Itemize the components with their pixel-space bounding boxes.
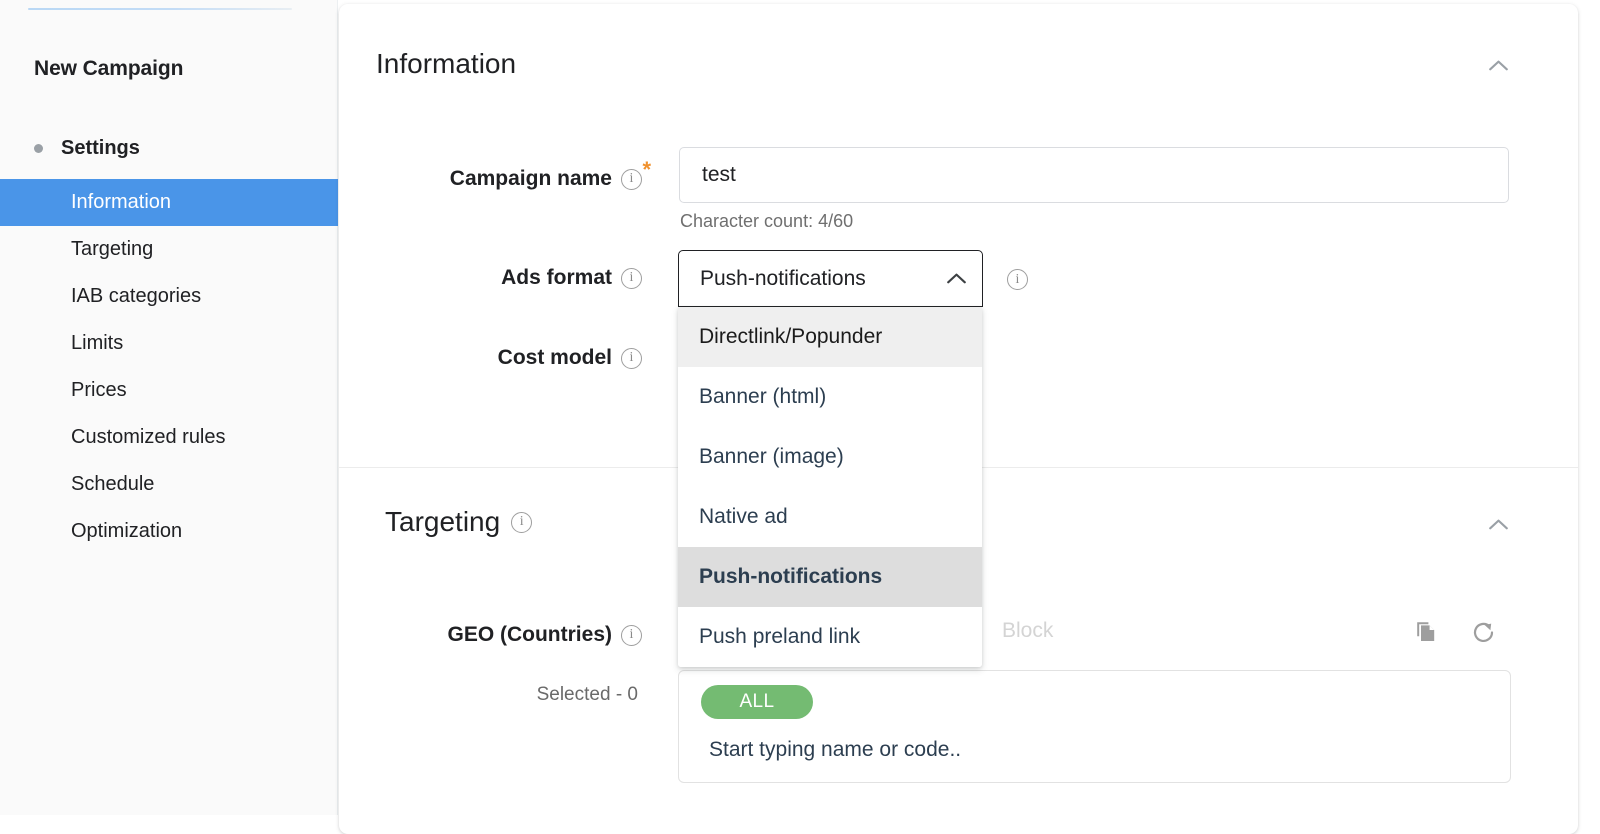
sidebar-item-label: Customized rules <box>71 426 226 448</box>
dropdown-option-native-ad[interactable]: Native ad <box>678 487 982 547</box>
campaign-settings-page: New Campaign Settings Information Target… <box>0 0 1600 834</box>
dropdown-option-label: Native ad <box>699 505 788 528</box>
sidebar-item-targeting[interactable]: Targeting <box>0 226 338 273</box>
chevron-up-icon <box>1488 60 1508 70</box>
ads-format-label: Ads format <box>501 266 612 289</box>
copy-button[interactable] <box>1409 615 1443 649</box>
ads-format-dropdown-list: Directlink/Popunder Banner (html) Banner… <box>678 307 982 667</box>
chevron-up-icon <box>1488 519 1508 529</box>
dropdown-option-banner-html[interactable]: Banner (html) <box>678 367 982 427</box>
bullet-dot-icon <box>34 144 43 153</box>
sidebar-group-settings[interactable]: Settings <box>34 137 140 160</box>
sidebar-item-label: Schedule <box>71 473 155 495</box>
info-icon[interactable] <box>621 267 642 289</box>
sidebar-nav: Information Targeting IAB categories Lim… <box>0 179 338 555</box>
dropdown-option-banner-image[interactable]: Banner (image) <box>678 427 982 487</box>
refresh-icon <box>1473 622 1493 642</box>
dropdown-option-label: Push preland link <box>699 625 861 648</box>
information-collapse-button[interactable] <box>1481 48 1515 82</box>
geo-selected-count: Selected - 0 <box>536 684 638 705</box>
info-icon[interactable] <box>621 347 642 369</box>
sidebar-item-label: IAB categories <box>71 285 202 307</box>
info-icon[interactable] <box>511 511 533 533</box>
sidebar-item-optimization[interactable]: Optimization <box>0 508 338 555</box>
dropdown-option-label: Banner (image) <box>699 445 844 468</box>
dropdown-option-push-notifications[interactable]: Push-notifications <box>678 547 982 607</box>
geo-typeahead-input[interactable] <box>709 738 1309 762</box>
sidebar-item-label: Limits <box>71 332 124 354</box>
settings-card: Information Campaign name * Character co… <box>339 4 1578 834</box>
sidebar-item-prices[interactable]: Prices <box>0 367 338 414</box>
geo-countries-label-row: GEO (Countries) <box>339 623 642 647</box>
dropdown-option-label: Directlink/Popunder <box>699 325 883 348</box>
targeting-section-title: Targeting <box>385 506 533 538</box>
geo-chip-label: ALL <box>739 691 775 712</box>
targeting-title-text: Targeting <box>385 506 501 537</box>
campaign-name-label: Campaign name <box>449 167 612 190</box>
dropdown-option-directlink-popunder[interactable]: Directlink/Popunder <box>678 307 982 367</box>
sidebar-item-information[interactable]: Information <box>0 179 338 226</box>
copy-icon <box>1417 622 1435 641</box>
geo-countries-label: GEO (Countries) <box>447 623 612 646</box>
campaign-name-label-row: Campaign name * <box>339 158 651 191</box>
ads-format-select[interactable]: Push-notifications <box>678 250 983 307</box>
dropdown-option-push-preland-link[interactable]: Push preland link <box>678 607 982 667</box>
sidebar-top-divider <box>28 8 292 10</box>
sidebar-item-limits[interactable]: Limits <box>0 320 338 367</box>
refresh-button[interactable] <box>1466 615 1500 649</box>
sidebar-item-label: Information <box>71 191 172 213</box>
information-section-title: Information <box>376 48 517 79</box>
sidebar-item-label: Prices <box>71 379 127 401</box>
sidebar-item-customized-rules[interactable]: Customized rules <box>0 414 338 461</box>
info-icon[interactable] <box>621 624 642 646</box>
chevron-up-icon <box>947 273 966 284</box>
targeting-collapse-button[interactable] <box>1481 507 1515 541</box>
dropdown-option-label: Push-notifications <box>699 565 883 588</box>
sidebar-group-label: Settings <box>61 137 140 159</box>
sidebar-item-schedule[interactable]: Schedule <box>0 461 338 508</box>
sidebar-item-iab-categories[interactable]: IAB categories <box>0 273 338 320</box>
page-title: New Campaign <box>34 57 184 80</box>
cost-model-label-row: Cost model <box>339 346 642 370</box>
info-icon[interactable]: * <box>621 158 651 190</box>
info-icon[interactable] <box>1007 269 1028 290</box>
character-count-label: Character count: 4/60 <box>680 211 854 231</box>
dropdown-option-label: Banner (html) <box>699 385 827 408</box>
sidebar-item-label: Optimization <box>71 520 183 542</box>
sidebar-item-label: Targeting <box>71 238 154 260</box>
required-asterisk: * <box>642 156 651 182</box>
sidebar: New Campaign Settings Information Target… <box>0 0 338 815</box>
campaign-name-input[interactable] <box>679 147 1509 203</box>
geo-chip-all[interactable]: ALL <box>701 685 813 719</box>
ads-format-label-row: Ads format <box>339 266 642 290</box>
cost-model-label: Cost model <box>497 346 612 369</box>
geo-countries-selector[interactable]: ALL <box>678 670 1511 783</box>
ads-format-selected-value: Push-notifications <box>700 266 866 290</box>
block-placeholder-text[interactable]: Block <box>1002 619 1053 643</box>
